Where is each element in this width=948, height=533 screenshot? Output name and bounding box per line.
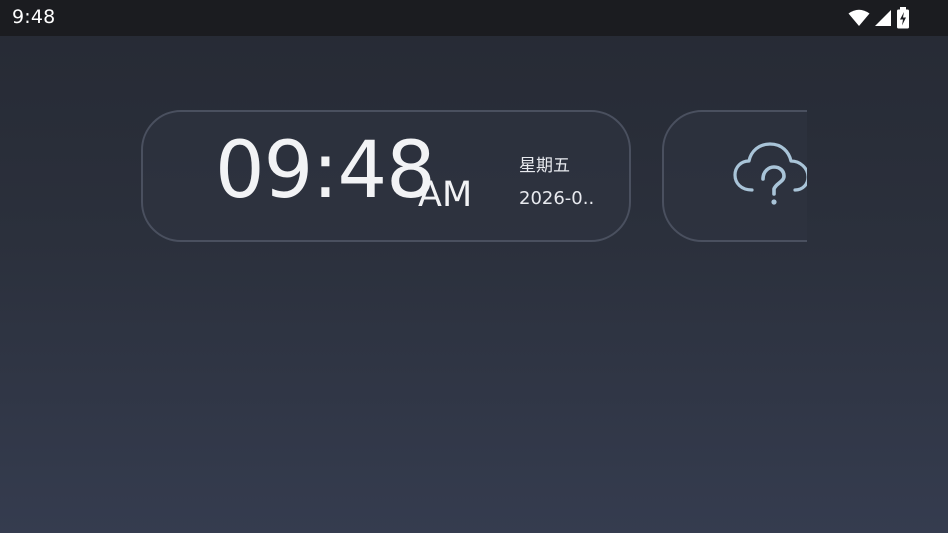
- status-icons: [848, 7, 910, 29]
- clock-ampm: AM: [418, 175, 473, 215]
- clock-date: 2026-0..: [519, 188, 595, 209]
- clock-time: 09:48: [215, 126, 436, 216]
- wifi-icon: [848, 9, 870, 27]
- status-time: 9:48: [12, 6, 56, 28]
- signal-icon: [874, 9, 892, 27]
- clock-weekday: 星期五: [519, 156, 570, 176]
- weather-card-viewport: [662, 110, 807, 242]
- clock-card[interactable]: 09:48 AM 星期五 2026-0..: [141, 110, 631, 242]
- status-bar: 9:48: [0, 0, 948, 36]
- battery-charging-icon: [896, 7, 910, 29]
- cloud-question-icon: [732, 140, 807, 214]
- weather-card[interactable]: [662, 110, 807, 242]
